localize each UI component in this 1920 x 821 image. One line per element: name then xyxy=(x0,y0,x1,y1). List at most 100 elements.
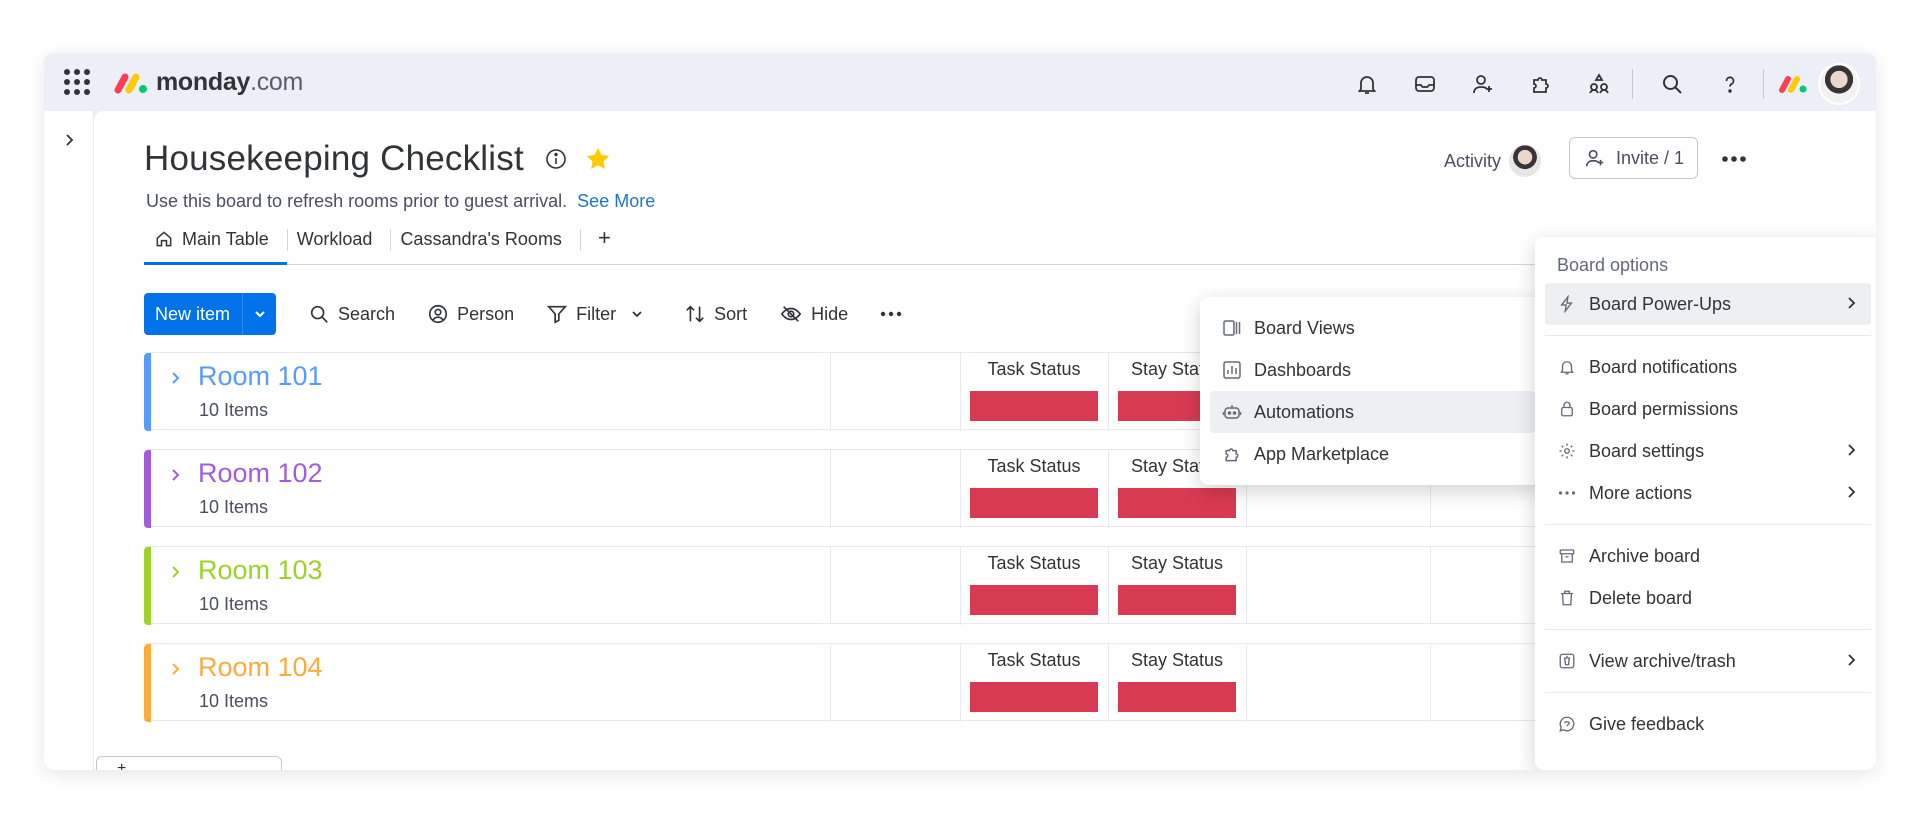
invite-button[interactable]: Invite / 1 xyxy=(1569,137,1698,179)
workspace-people-icon[interactable] xyxy=(1580,65,1618,103)
hide-label: Hide xyxy=(811,303,849,324)
expand-sidebar-chevron-icon[interactable] xyxy=(60,131,78,149)
topbar-divider xyxy=(1763,69,1764,99)
expand-group-chevron-icon[interactable] xyxy=(166,369,184,387)
left-rail xyxy=(44,111,94,770)
title-icons xyxy=(544,145,612,173)
group-title[interactable]: Room 104 xyxy=(198,652,323,683)
eye-hidden-icon xyxy=(780,306,802,322)
info-icon[interactable] xyxy=(544,147,568,171)
monday-logo-mark-icon xyxy=(114,73,147,93)
help-icon[interactable] xyxy=(1711,65,1749,103)
group-color-bar xyxy=(144,353,151,431)
menu-item-give-feedback[interactable]: Give feedback xyxy=(1545,703,1871,745)
apps-grid-icon[interactable] xyxy=(64,69,90,95)
menu-item-label: Give feedback xyxy=(1589,713,1705,734)
board-toolbar: New item Search Person Filter Sort Hide xyxy=(144,293,910,335)
archive-trash-icon xyxy=(1557,651,1577,671)
expand-group-chevron-icon[interactable] xyxy=(166,563,184,581)
person-filter-button[interactable]: Person xyxy=(427,303,514,325)
task-status-cell[interactable] xyxy=(970,391,1098,421)
task-status-cell[interactable] xyxy=(970,682,1098,712)
new-item-button[interactable]: New item xyxy=(144,293,277,335)
see-more-link[interactable]: See More xyxy=(577,191,655,211)
marketplace-puzzle-icon[interactable] xyxy=(1522,65,1560,103)
more-dots-icon xyxy=(1557,483,1577,503)
group-title[interactable]: Room 103 xyxy=(198,555,323,586)
menu-item-board-notifications[interactable]: Board notifications xyxy=(1545,346,1871,388)
chevron-down-icon xyxy=(254,311,265,318)
monday-switcher-icon[interactable] xyxy=(1778,73,1808,95)
stay-status-cell[interactable] xyxy=(1118,585,1236,615)
board-menu-button[interactable] xyxy=(1714,141,1754,177)
notifications-bell-icon[interactable] xyxy=(1348,65,1386,103)
menu-item-board-permissions[interactable]: Board permissions xyxy=(1545,388,1871,430)
group-title[interactable]: Room 101 xyxy=(198,361,323,392)
board-options-menu: Board options Board Power-Ups Board noti… xyxy=(1535,237,1876,770)
task-status-cell[interactable] xyxy=(970,585,1098,615)
menu-item-label: Board Views xyxy=(1254,317,1355,338)
menu-item-app-marketplace[interactable]: App Marketplace xyxy=(1210,433,1535,475)
menu-item-dashboards[interactable]: Dashboards xyxy=(1210,349,1535,391)
expand-group-chevron-icon[interactable] xyxy=(166,466,184,484)
menu-item-more-actions[interactable]: More actions xyxy=(1545,472,1871,514)
menu-heading: Board options xyxy=(1557,254,1669,275)
group-color-bar xyxy=(144,450,151,528)
group-color-bar xyxy=(144,547,151,625)
menu-item-view-archive-trash[interactable]: View archive/trash xyxy=(1545,640,1871,682)
search-button[interactable]: Search xyxy=(308,303,395,325)
column-divider xyxy=(1246,644,1247,722)
monday-logo[interactable]: monday.com xyxy=(114,68,303,97)
user-avatar[interactable] xyxy=(1818,63,1860,105)
tab-cassandras-rooms[interactable]: Cassandra's Rooms xyxy=(390,219,580,265)
board-view-tabs: Main Table Workload Cassandra's Rooms + xyxy=(144,219,1724,265)
menu-item-delete-board[interactable]: Delete board xyxy=(1545,577,1871,619)
menu-item-label: Board notifications xyxy=(1589,356,1738,377)
stay-status-cell[interactable] xyxy=(1118,682,1236,712)
top-icons xyxy=(1328,63,1860,105)
stay-status-cell[interactable] xyxy=(1118,488,1236,518)
column-divider xyxy=(1430,644,1431,722)
activity-label: Activity xyxy=(1444,150,1502,171)
hide-button[interactable]: Hide xyxy=(779,303,848,325)
expand-group-chevron-icon[interactable] xyxy=(166,660,184,678)
task-status-header: Task Status xyxy=(987,553,1081,573)
column-divider xyxy=(1246,547,1247,625)
sort-button[interactable]: Sort xyxy=(684,303,747,325)
menu-item-board-settings[interactable]: Board settings xyxy=(1545,430,1871,472)
menu-divider xyxy=(1545,335,1871,336)
app-marketplace-icon xyxy=(1222,444,1242,464)
inbox-icon[interactable] xyxy=(1406,65,1444,103)
add-view-button[interactable]: + xyxy=(579,219,629,265)
app-window: monday.com Housekeeping Checklist Use th… xyxy=(44,53,1876,770)
sort-label: Sort xyxy=(714,303,748,324)
search-icon[interactable] xyxy=(1653,65,1691,103)
more-dots-icon xyxy=(880,311,902,317)
tab-main-table[interactable]: Main Table xyxy=(144,219,287,265)
new-item-dropdown[interactable] xyxy=(242,293,276,335)
menu-item-archive-board[interactable]: Archive board xyxy=(1545,535,1871,577)
more-dots-icon xyxy=(1722,156,1746,162)
tab-workload[interactable]: Workload xyxy=(286,219,391,265)
toolbar-more-button[interactable] xyxy=(880,311,910,317)
filter-button[interactable]: Filter xyxy=(546,303,652,325)
activity-button[interactable]: Activity xyxy=(1444,145,1542,177)
add-group-button[interactable]: + xyxy=(96,756,282,770)
board-title[interactable]: Housekeeping Checklist xyxy=(144,139,524,179)
filter-funnel-icon xyxy=(547,305,568,324)
chevron-right-icon xyxy=(1848,297,1856,309)
invite-members-icon[interactable] xyxy=(1464,65,1502,103)
group-title[interactable]: Room 102 xyxy=(198,458,323,489)
home-icon xyxy=(156,231,172,247)
task-status-cell[interactable] xyxy=(970,488,1098,518)
favorite-star-icon[interactable] xyxy=(584,145,612,173)
chevron-right-icon xyxy=(1848,444,1856,456)
board-description-text: Use this board to refresh rooms prior to… xyxy=(146,191,568,211)
person-label: Person xyxy=(457,303,515,324)
chevron-down-icon[interactable] xyxy=(630,307,644,321)
menu-item-automations[interactable]: Automations xyxy=(1210,391,1535,433)
new-item-label: New item xyxy=(155,303,231,324)
menu-item-board-power-ups[interactable]: Board Power-Ups xyxy=(1545,283,1871,325)
stay-status-header: Stay Status xyxy=(1130,650,1224,670)
menu-item-board-views[interactable]: Board Views xyxy=(1210,307,1535,349)
